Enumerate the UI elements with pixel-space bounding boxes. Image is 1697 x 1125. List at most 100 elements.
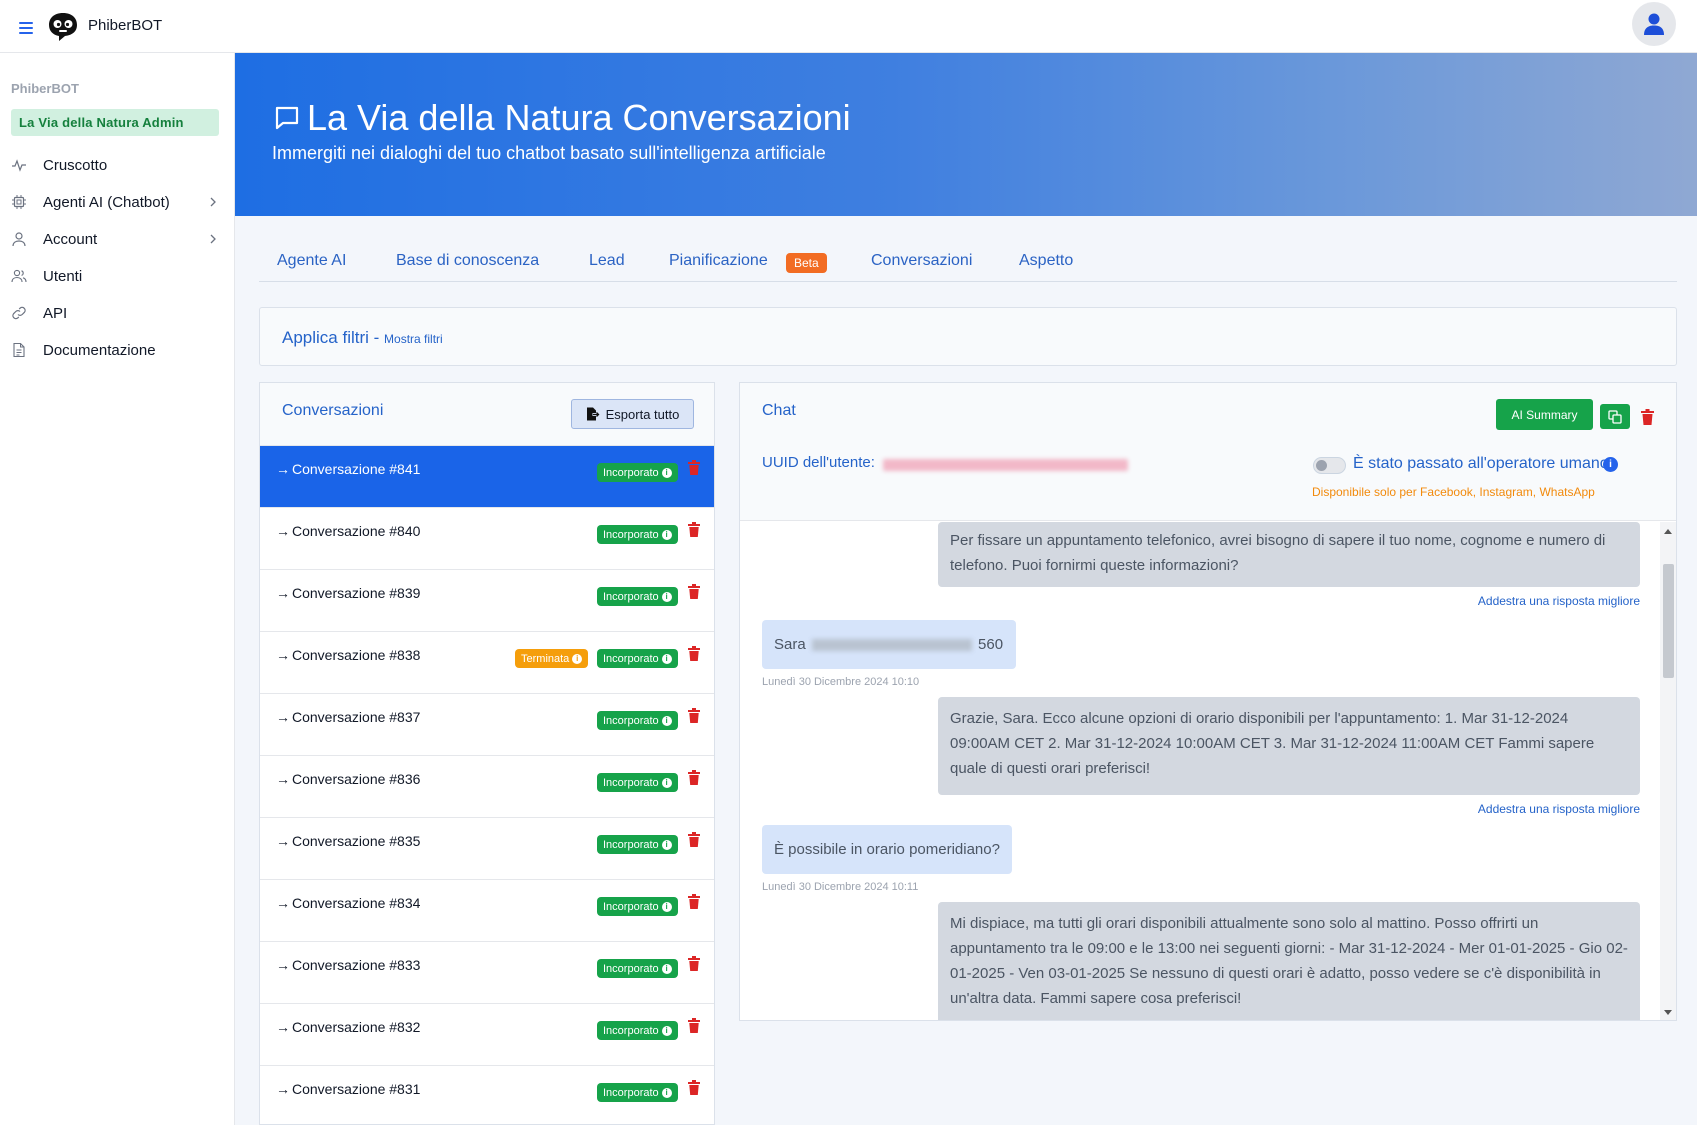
- message-timestamp: Lunedì 30 Dicembre 2024 10:11: [762, 881, 919, 893]
- sidebar-item-label: Utenti: [43, 267, 83, 285]
- info-icon[interactable]: i: [661, 467, 672, 478]
- filter-title: Applica filtri -: [282, 328, 385, 347]
- info-icon[interactable]: i: [661, 1025, 672, 1036]
- sidebar-item-documentazione[interactable]: Documentazione: [0, 332, 234, 368]
- redacted-uuid: [883, 459, 1128, 471]
- page-title: La Via della Natura Conversazioni: [307, 97, 851, 138]
- scroll-down-icon[interactable]: [1664, 1010, 1672, 1015]
- status-badge-embedded: Incorporato i: [597, 897, 678, 916]
- bot-message: Per fissare un appuntamento telefonico, …: [938, 522, 1640, 587]
- conversation-row[interactable]: → Conversazione #833 Incorporato i: [260, 942, 714, 1004]
- conversation-row[interactable]: → Conversazione #838 Terminata i Incorporat…: [260, 632, 714, 694]
- sidebar-org-label: PhiberBOT: [11, 81, 79, 96]
- conversation-row[interactable]: → Conversazione #836 Incorporato i: [260, 756, 714, 818]
- trash-icon[interactable]: [688, 584, 700, 599]
- export-all-label: Esporta tutto: [605, 406, 680, 422]
- trash-icon[interactable]: [688, 708, 700, 723]
- tab-lead[interactable]: Lead: [589, 252, 625, 270]
- chat-scrollbar[interactable]: [1660, 522, 1676, 1020]
- trash-icon[interactable]: [688, 646, 700, 661]
- status-badge-label: Incorporato: [603, 900, 659, 913]
- chat-header: Chat AI Summary UUID dell'utente: È stat…: [740, 383, 1676, 521]
- train-better-answer-link[interactable]: Addestra una risposta migliore: [1478, 802, 1640, 816]
- sidebar-item-api[interactable]: API: [0, 295, 234, 331]
- info-icon[interactable]: i: [661, 777, 672, 788]
- user-message-prefix: Sara: [774, 636, 806, 653]
- link-icon: [12, 306, 26, 320]
- info-icon[interactable]: i: [661, 529, 672, 540]
- sidebar-item-cruscotto[interactable]: Cruscotto: [0, 147, 234, 183]
- tab-aspetto[interactable]: Aspetto: [1019, 252, 1073, 270]
- info-icon[interactable]: i: [661, 715, 672, 726]
- conversation-row[interactable]: → Conversazione #841 Incorporato i: [260, 446, 714, 508]
- info-icon[interactable]: i: [661, 839, 672, 850]
- sidebar-item-utenti[interactable]: Utenti: [0, 258, 234, 294]
- user-message-suffix: 560: [978, 636, 1004, 653]
- tab-bar: Agente AI Base di conoscenza Lead Pianif…: [259, 242, 1677, 282]
- copy-button[interactable]: [1600, 404, 1630, 429]
- document-icon: [13, 342, 25, 358]
- chevron-right-icon: [210, 234, 216, 244]
- trash-icon[interactable]: [688, 956, 700, 971]
- arrow-right-icon: →: [276, 1019, 290, 1035]
- workspace-badge[interactable]: La Via della Natura Admin: [11, 109, 219, 136]
- train-better-answer-link[interactable]: Addestra una risposta migliore: [1478, 594, 1640, 608]
- human-handoff-toggle[interactable]: [1313, 457, 1346, 474]
- status-badge-embedded: Incorporato i: [597, 525, 678, 544]
- info-icon[interactable]: i: [661, 963, 672, 974]
- info-icon[interactable]: i: [1603, 457, 1618, 472]
- activity-icon: [12, 159, 26, 172]
- user-avatar[interactable]: [1632, 2, 1676, 46]
- conversation-row[interactable]: → Conversazione #835 Incorporato i: [260, 818, 714, 880]
- trash-icon[interactable]: [688, 770, 700, 785]
- chat-scroll-thumb[interactable]: [1663, 564, 1674, 678]
- conversation-row[interactable]: → Conversazione #840 Incorporato i: [260, 508, 714, 570]
- trash-icon[interactable]: [688, 832, 700, 847]
- export-all-button[interactable]: Esporta tutto: [571, 399, 694, 429]
- trash-icon[interactable]: [688, 894, 700, 909]
- conversations-title: Conversazioni: [282, 402, 384, 419]
- tab-conversazioni[interactable]: Conversazioni: [871, 252, 972, 270]
- info-icon[interactable]: i: [661, 653, 672, 664]
- conversation-row[interactable]: → Conversazione #831 Incorporato i: [260, 1066, 714, 1124]
- arrow-right-icon: →: [276, 895, 290, 911]
- ai-summary-button[interactable]: AI Summary: [1496, 399, 1593, 430]
- info-icon[interactable]: i: [661, 591, 672, 602]
- app-brand[interactable]: PhiberBOT: [88, 17, 162, 34]
- status-badge-label: Incorporato: [603, 962, 659, 975]
- show-filters-link[interactable]: Mostra filtri: [384, 332, 443, 346]
- status-badge-label: Incorporato: [603, 590, 659, 603]
- status-badge-label: Incorporato: [603, 714, 659, 727]
- conversation-row[interactable]: → Conversazione #837 Incorporato i: [260, 694, 714, 756]
- trash-icon[interactable]: [688, 1018, 700, 1033]
- info-icon[interactable]: i: [661, 1087, 672, 1098]
- trash-icon[interactable]: [688, 460, 700, 475]
- info-icon[interactable]: i: [572, 653, 583, 664]
- sidebar-item-agenti-ai[interactable]: Agenti AI (Chatbot): [0, 184, 234, 220]
- filter-toggle[interactable]: Applica filtri - Mostra filtri: [282, 328, 443, 348]
- trash-icon[interactable]: [1641, 409, 1654, 425]
- conversation-row[interactable]: → Conversazione #839 Incorporato i: [260, 570, 714, 632]
- trash-icon[interactable]: [688, 522, 700, 537]
- user-icon: [1644, 13, 1664, 35]
- tab-pianificazione[interactable]: Pianificazione: [669, 252, 768, 270]
- sidebar-item-account[interactable]: Account: [0, 221, 234, 257]
- status-badge-label: Terminata: [521, 652, 570, 665]
- sidebar-item-label: Documentazione: [43, 341, 156, 359]
- hero-banner: La Via della Natura Conversazioni Immerg…: [235, 53, 1697, 216]
- redacted-phone: [811, 639, 972, 652]
- menu-icon[interactable]: [19, 22, 33, 34]
- conversation-row[interactable]: → Conversazione #834 Incorporato i: [260, 880, 714, 942]
- trash-icon[interactable]: [688, 1080, 700, 1095]
- scroll-up-icon[interactable]: [1664, 529, 1672, 534]
- info-icon[interactable]: i: [661, 901, 672, 912]
- arrow-right-icon: →: [276, 1081, 290, 1097]
- tab-agente-ai[interactable]: Agente AI: [277, 252, 346, 270]
- conversation-row[interactable]: → Conversazione #832 Incorporato i: [260, 1004, 714, 1066]
- tab-base-di-conoscenza[interactable]: Base di conoscenza: [396, 252, 539, 270]
- user-message: È possibile in orario pomeridiano?: [762, 825, 1012, 874]
- beta-badge: Beta: [786, 253, 827, 273]
- conversations-panel: Conversazioni Esporta tutto → Conversazi…: [259, 382, 715, 1125]
- status-badge-label: Incorporato: [603, 466, 659, 479]
- top-bar: PhiberBOT: [0, 0, 1697, 53]
